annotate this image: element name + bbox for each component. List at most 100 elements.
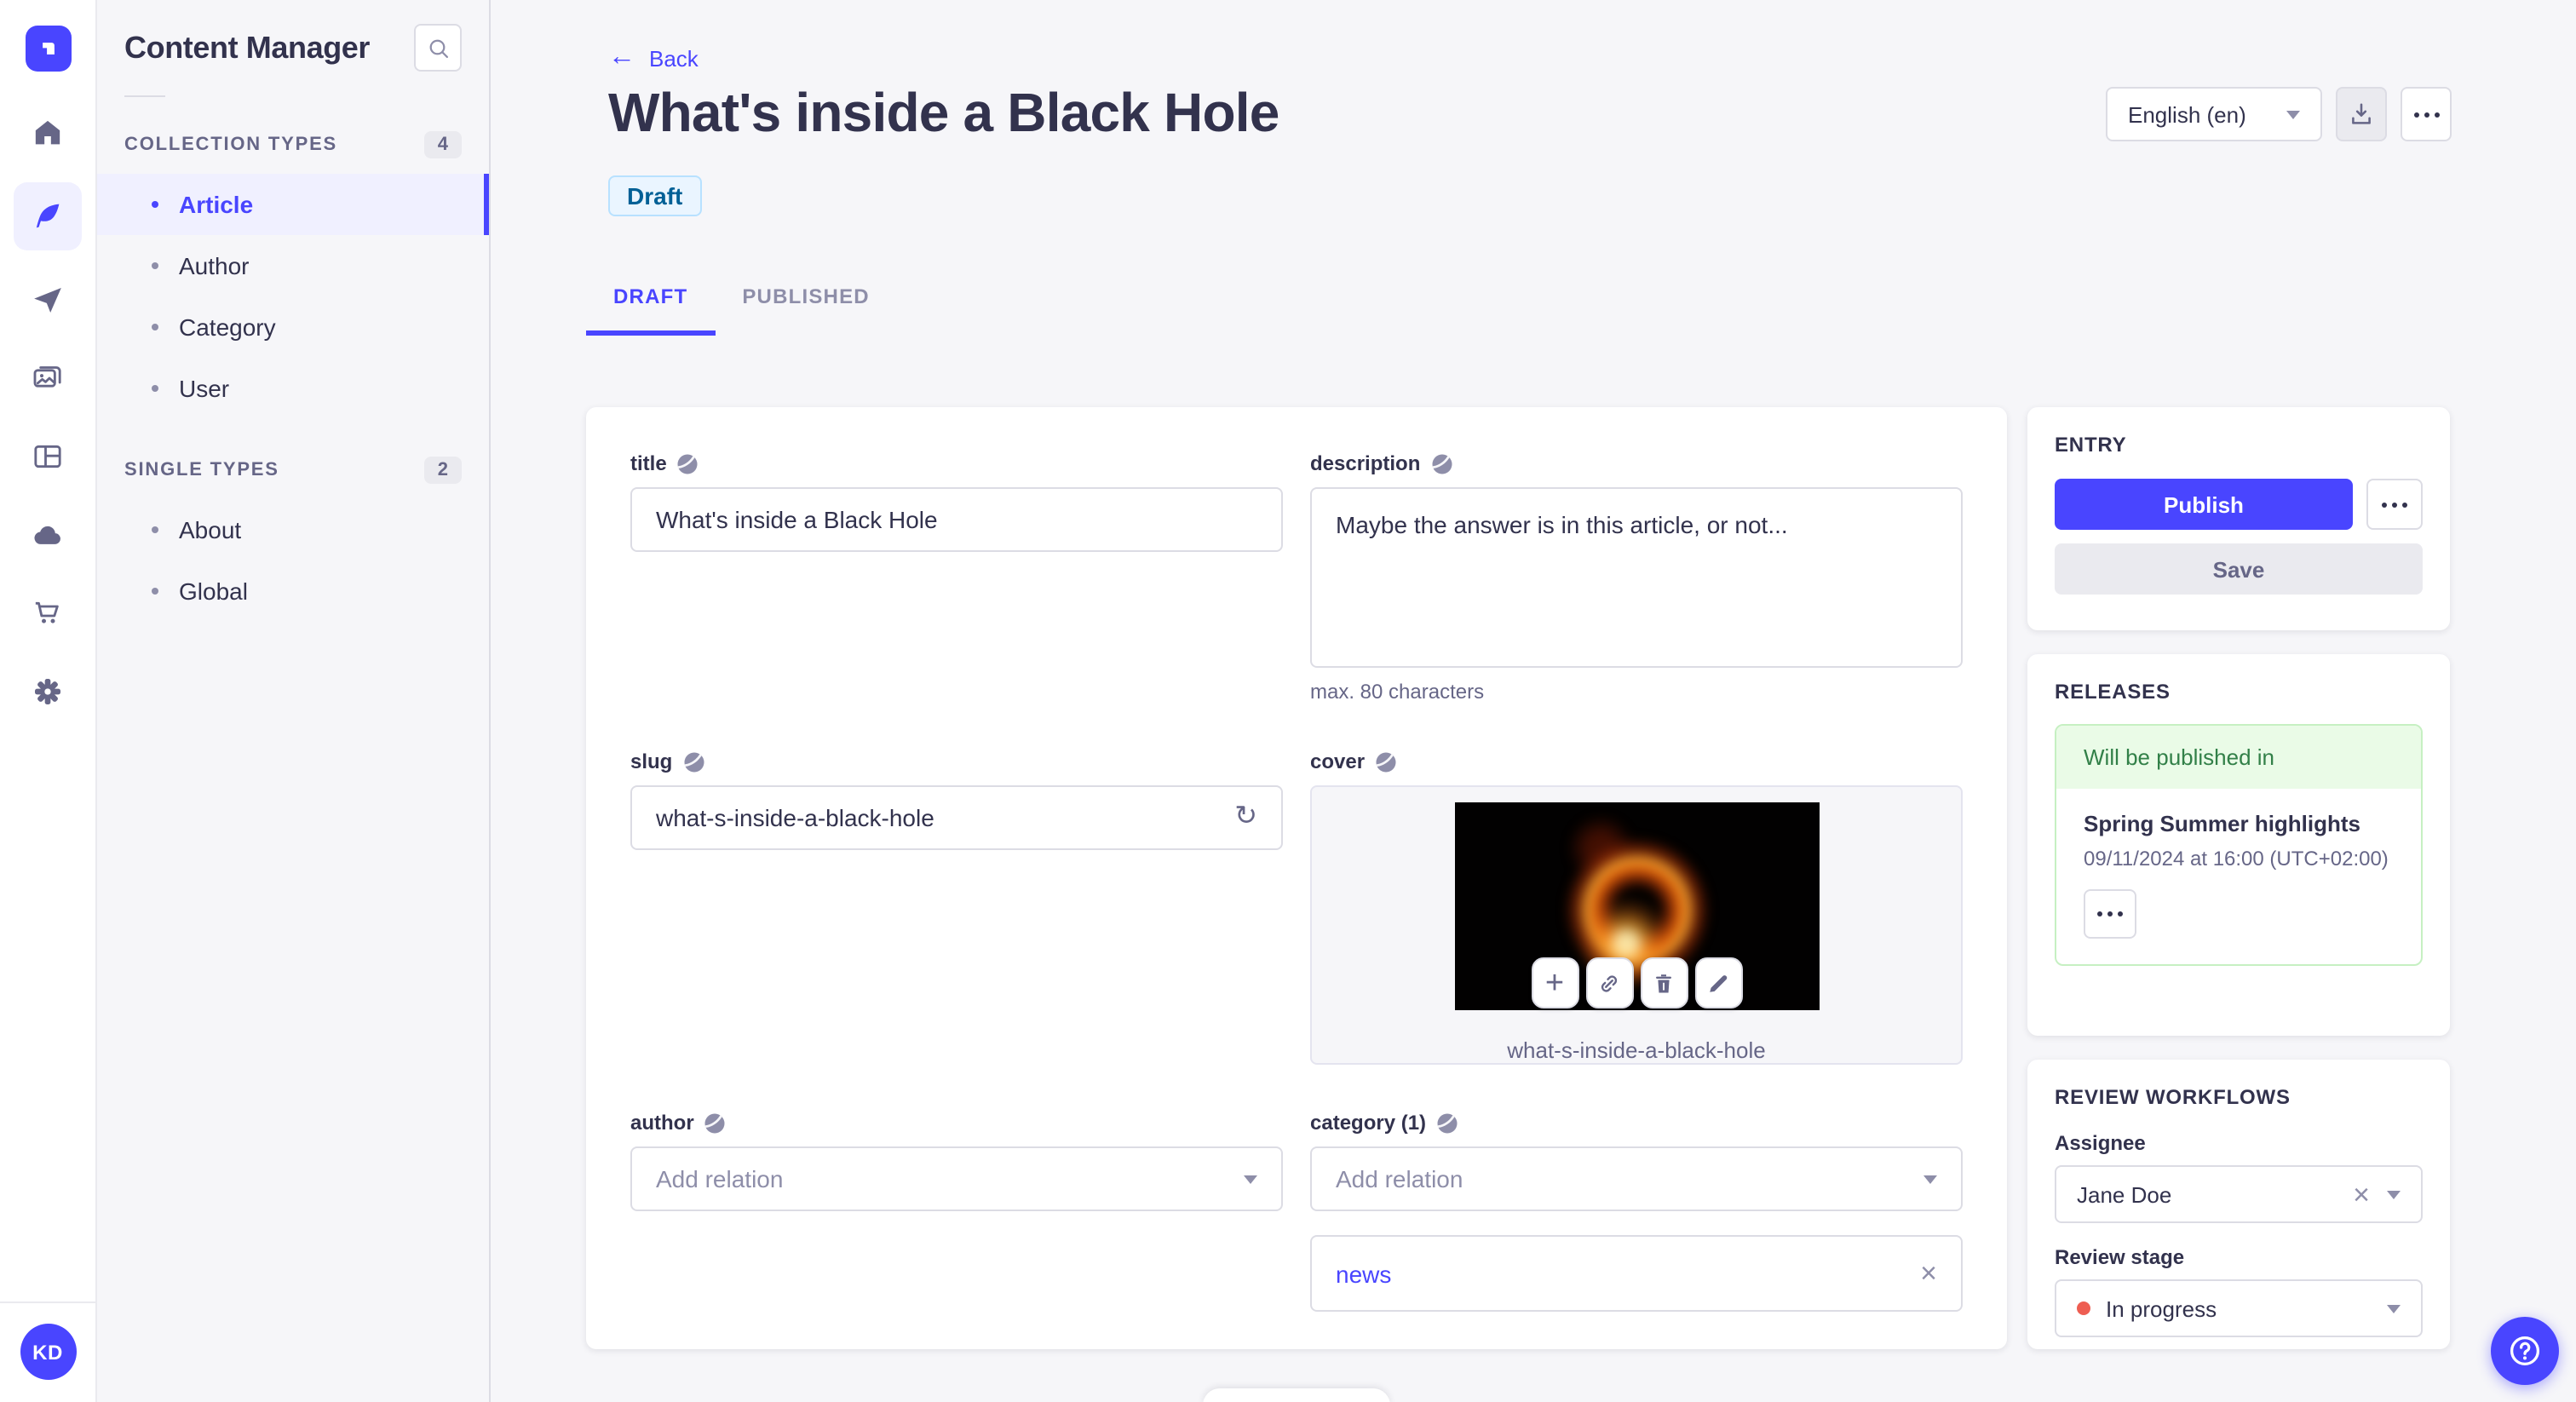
cover-delete-button[interactable] xyxy=(1640,957,1688,1008)
section-single-types: SINGLE TYPES 2 xyxy=(97,446,489,494)
sidebar-item-label: About xyxy=(179,516,242,543)
section-count-badge: 2 xyxy=(423,457,462,484)
localized-globe-icon xyxy=(678,453,699,474)
bullet-icon xyxy=(152,588,158,595)
releases-panel: RELEASES Will be published in Spring Sum… xyxy=(2027,654,2450,1036)
sidebar-item-about[interactable]: About xyxy=(97,499,489,560)
bottom-card-peek xyxy=(1203,1388,1390,1402)
field-author-label: author xyxy=(630,1111,694,1135)
clear-assignee-icon[interactable]: × xyxy=(2353,1180,2370,1209)
description-value: Maybe the answer is in this article, or … xyxy=(1336,511,1788,538)
entry-panel: ENTRY Publish Save xyxy=(2027,407,2450,630)
rail-nav xyxy=(14,104,82,721)
strapi-logo-icon[interactable] xyxy=(25,26,71,72)
back-link[interactable]: ← Back xyxy=(608,43,699,72)
regenerate-slug-icon[interactable]: ↻ xyxy=(1234,803,1257,831)
cover-add-button[interactable]: + xyxy=(1531,957,1578,1008)
description-hint: max. 80 characters xyxy=(1310,680,1485,704)
localized-globe-icon xyxy=(683,751,704,772)
app-root: KD Content Manager COLLECTION TYPES 4 Ar… xyxy=(0,0,2576,1402)
field-slug-label: slug xyxy=(630,750,673,773)
subnav-title: Content Manager xyxy=(124,30,371,64)
save-button[interactable]: Save xyxy=(2055,543,2423,595)
chevron-down-icon xyxy=(2387,1190,2401,1198)
settings-gear-icon[interactable] xyxy=(19,663,77,721)
sidebar-item-category[interactable]: Category xyxy=(97,296,489,358)
media-library-icon[interactable] xyxy=(19,349,77,407)
field-slug: slug what-s-inside-a-black-hole ↻ xyxy=(630,750,1283,850)
sidebar-item-author[interactable]: Author xyxy=(97,235,489,296)
paper-plane-icon[interactable] xyxy=(19,271,77,329)
tab-published[interactable]: PUBLISHED xyxy=(715,274,897,336)
status-badge: Draft xyxy=(608,175,702,216)
assignee-select[interactable]: Jane Doe × xyxy=(2055,1165,2423,1223)
author-relation-select[interactable]: Add relation xyxy=(630,1146,1283,1211)
release-more-button[interactable] xyxy=(2084,889,2136,939)
bullet-icon xyxy=(152,385,158,392)
cover-edit-button[interactable] xyxy=(1694,957,1742,1008)
bullet-icon xyxy=(152,201,158,208)
entry-more-button[interactable] xyxy=(2366,479,2423,530)
slug-input-value: what-s-inside-a-black-hole xyxy=(656,804,934,831)
user-avatar[interactable]: KD xyxy=(20,1324,76,1380)
sidebar-item-user[interactable]: User xyxy=(97,358,489,419)
tab-draft[interactable]: DRAFT xyxy=(586,274,716,336)
review-stage-label: Review stage xyxy=(2055,1245,2185,1269)
header-actions: English (en) xyxy=(2106,87,2452,141)
chevron-down-icon xyxy=(1923,1175,1937,1183)
rail-divider xyxy=(0,1301,95,1303)
remove-relation-icon[interactable]: × xyxy=(1920,1259,1937,1288)
search-icon xyxy=(428,38,448,58)
bullet-icon xyxy=(152,262,158,269)
download-icon xyxy=(2352,103,2371,124)
relation-item-news: news × xyxy=(1310,1235,1963,1312)
content-type-builder-icon[interactable] xyxy=(19,428,77,486)
cover-copy-link-button[interactable] xyxy=(1585,957,1633,1008)
stage-status-dot xyxy=(2077,1301,2090,1315)
locale-value: English (en) xyxy=(2128,101,2246,127)
field-category: category (1) Add relation news × xyxy=(1310,1111,1963,1312)
chevron-down-icon xyxy=(1244,1175,1257,1183)
back-label: Back xyxy=(649,45,699,71)
locale-select[interactable]: English (en) xyxy=(2106,87,2322,141)
slug-input[interactable]: what-s-inside-a-black-hole ↻ xyxy=(630,785,1283,850)
sidebar-item-label: Article xyxy=(179,191,254,218)
cover-actions: + xyxy=(1531,957,1742,1008)
sidebar-item-label: Author xyxy=(179,252,250,279)
field-author: author Add relation xyxy=(630,1111,1283,1211)
home-icon[interactable] xyxy=(19,104,77,162)
cover-media-card: + what-s-inside-a-black-hole xyxy=(1310,785,1963,1065)
rail-bottom: KD xyxy=(0,1301,95,1402)
sidebar-item-article[interactable]: Article xyxy=(97,174,489,235)
section-collection-types: COLLECTION TYPES 4 xyxy=(97,121,489,169)
more-options-button[interactable] xyxy=(2401,87,2452,141)
content-manager-subnav: Content Manager COLLECTION TYPES 4 Artic… xyxy=(97,0,491,1402)
field-category-label: category (1) xyxy=(1310,1111,1427,1135)
ellipsis-icon xyxy=(2097,911,2123,916)
ellipsis-icon xyxy=(2382,502,2407,507)
help-button[interactable] xyxy=(2491,1317,2559,1385)
assignee-value: Jane Doe xyxy=(2077,1181,2172,1207)
version-tabs: DRAFT PUBLISHED xyxy=(586,274,897,336)
question-mark-icon xyxy=(2510,1336,2540,1366)
chevron-down-icon xyxy=(2286,110,2300,118)
search-button[interactable] xyxy=(414,24,462,72)
description-textarea[interactable]: Maybe the answer is in this article, or … xyxy=(1310,487,1963,668)
category-relation-select[interactable]: Add relation xyxy=(1310,1146,1963,1211)
localized-globe-icon xyxy=(1437,1112,1458,1133)
review-stage-select[interactable]: In progress xyxy=(2055,1279,2423,1337)
sidebar-item-global[interactable]: Global xyxy=(97,560,489,622)
title-input[interactable]: What's inside a Black Hole xyxy=(630,487,1283,552)
review-workflows-panel: REVIEW WORKFLOWS Assignee Jane Doe × Rev… xyxy=(2027,1060,2450,1349)
section-count-badge: 4 xyxy=(423,131,462,158)
release-card: Will be published in Spring Summer highl… xyxy=(2055,724,2423,966)
entry-panel-heading: ENTRY xyxy=(2055,433,2127,457)
marketplace-cart-icon[interactable] xyxy=(19,584,77,642)
releases-panel-heading: RELEASES xyxy=(2055,680,2171,704)
cloud-icon[interactable] xyxy=(19,506,77,564)
localized-globe-icon xyxy=(705,1112,726,1133)
relation-link[interactable]: news xyxy=(1336,1260,1391,1287)
download-button[interactable] xyxy=(2336,87,2387,141)
publish-button[interactable]: Publish xyxy=(2055,479,2353,530)
content-manager-icon[interactable] xyxy=(14,182,82,250)
